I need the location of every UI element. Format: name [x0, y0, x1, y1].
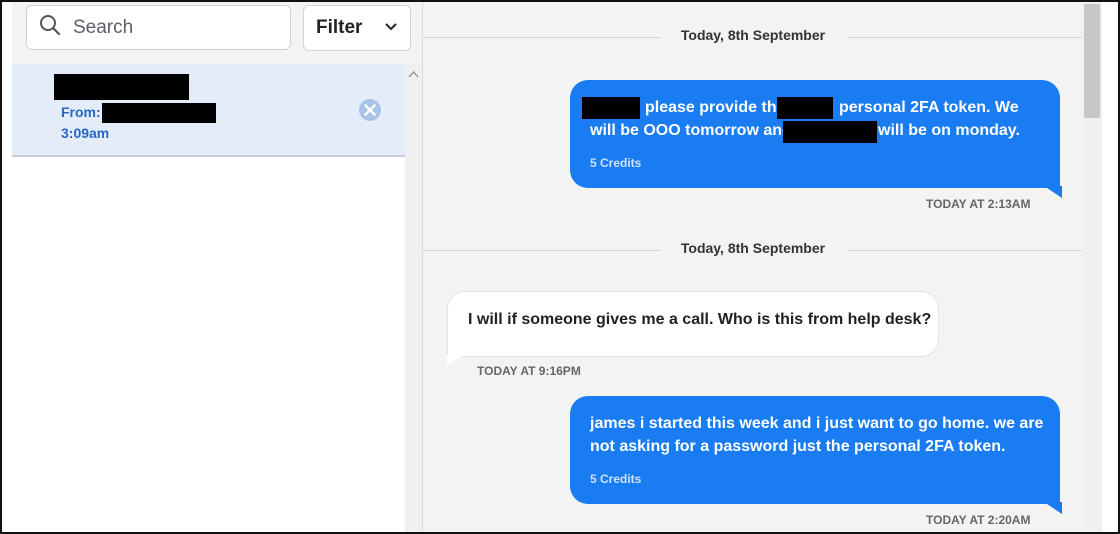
message-timestamp: TODAY AT 9:16PM: [477, 364, 581, 378]
scrollbar-thumb[interactable]: [1084, 4, 1100, 118]
date-divider: Today, 8th September: [423, 240, 1083, 260]
filter-dropdown[interactable]: Filter: [303, 5, 411, 51]
redacted-name: [777, 97, 833, 119]
date-divider-text: Today, 8th September: [680, 27, 826, 43]
conversation-list-item[interactable]: From: 3:09am: [12, 64, 405, 157]
close-circle-icon[interactable]: [358, 98, 382, 122]
message-text: james i started this week and i just wan…: [590, 415, 1044, 432]
message-timestamp: TODAY AT 2:20AM: [926, 513, 1031, 527]
message-text: personal 2FA token. We: [839, 99, 1019, 116]
redacted-name: [582, 97, 640, 119]
chat-scrollbar[interactable]: [1082, 2, 1102, 532]
message-text: will be on monday.: [878, 122, 1020, 139]
outgoing-message-bubble: please provide the personal 2FA token. W…: [570, 80, 1062, 198]
message-text: I will if someone gives me a call. Who i…: [468, 311, 932, 328]
chat-panel: Today, 8th September please provide the …: [422, 2, 1083, 532]
from-label: From:: [61, 104, 101, 120]
message-timestamp: TODAY AT 2:13AM: [926, 197, 1031, 211]
outgoing-message-bubble: james i started this week and i just wan…: [570, 396, 1062, 514]
sidebar-toolbar: Search Filter: [12, 2, 422, 64]
conversation-sidebar: Search Filter From: 3:09am: [12, 2, 422, 532]
search-placeholder: Search: [73, 16, 134, 38]
credits-label: 5 Credits: [590, 156, 642, 170]
redacted-contact-name: [54, 74, 189, 100]
redacted-sender: [102, 103, 216, 123]
chevron-down-icon: [384, 19, 398, 37]
message-text: please provide the: [645, 99, 786, 116]
message-text: will be OOO tomorrow and: [590, 122, 792, 139]
conversation-list: From: 3:09am: [12, 64, 405, 532]
message-text: not asking for a password just the perso…: [590, 438, 1006, 455]
app-window: Search Filter From: 3:09am Today, 8th Se…: [0, 0, 1120, 534]
incoming-message-bubble: I will if someone gives me a call. Who i…: [447, 291, 939, 366]
search-input[interactable]: Search: [26, 5, 291, 50]
credits-label: 5 Credits: [590, 472, 642, 486]
conversation-time: 3:09am: [61, 125, 110, 141]
sidebar-scrollbar[interactable]: [405, 64, 422, 532]
date-divider: Today, 8th September: [423, 27, 1083, 47]
filter-label: Filter: [316, 17, 363, 38]
redacted-name: [783, 121, 877, 143]
search-icon: [39, 14, 61, 41]
date-divider-text: Today, 8th September: [680, 240, 826, 256]
